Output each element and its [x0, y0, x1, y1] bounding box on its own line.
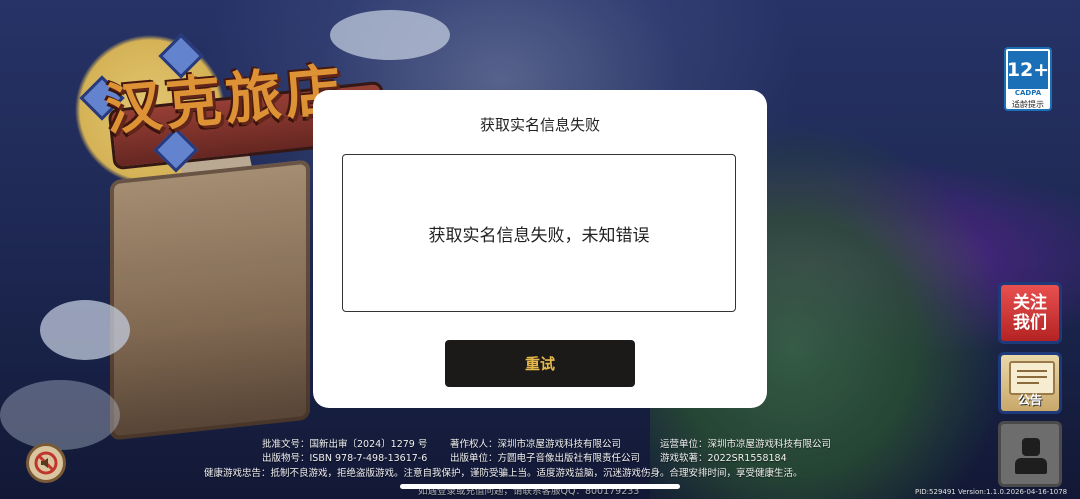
software-registration: 游戏软著：2022SR1558184: [660, 453, 787, 464]
follow-us-label: 关注我们: [1013, 293, 1047, 333]
dialog-message: 获取实名信息失败，未知错误: [428, 225, 650, 246]
publisher: 出版单位：方圆电子音像出版社有限责任公司: [450, 453, 641, 464]
error-dialog: 获取实名信息失败 获取实名信息失败，未知错误 重试: [313, 90, 767, 408]
isbn: 出版物号：ISBN 978-7-498-13617-6: [262, 453, 428, 464]
avatar-icon: [1022, 438, 1040, 456]
sound-toggle-button[interactable]: [26, 443, 66, 483]
notice-label: 公告: [1017, 393, 1042, 407]
sound-muted-icon: [34, 451, 58, 475]
age-rating-number: 12+: [1007, 51, 1049, 89]
account-button[interactable]: [998, 421, 1062, 487]
avatar-body-icon: [1015, 458, 1047, 474]
copyright-owner: 著作权人：深圳市凉屋游戏科技有限公司: [450, 439, 622, 450]
operator: 运营单位：深圳市凉屋游戏科技有限公司: [660, 439, 832, 450]
home-indicator[interactable]: [400, 484, 680, 489]
dialog-title: 获取实名信息失败: [479, 116, 600, 134]
follow-us-button[interactable]: 关注我们: [998, 282, 1062, 344]
age-rating-org: CADPA: [1014, 89, 1042, 97]
version-info: PID:529491 Version:1.1.0.2026-04-16-1078: [915, 488, 1068, 496]
health-notice: 健康游戏忠告：抵制不良游戏，拒绝盗版游戏。注意自我保护，谨防受骗上当。适度游戏益…: [204, 468, 803, 479]
approval-number: 批准文号：国新出审〔2024〕1279 号: [262, 439, 428, 450]
retry-button[interactable]: 重试: [445, 340, 635, 387]
age-rating-tip: 适龄提示: [1012, 100, 1044, 109]
dialog-message-box: 获取实名信息失败，未知错误: [342, 154, 736, 312]
notice-button[interactable]: 公告: [998, 352, 1062, 414]
scroll-icon: [1009, 361, 1055, 395]
age-rating-badge[interactable]: 12+ CADPA 适龄提示: [1004, 47, 1052, 111]
